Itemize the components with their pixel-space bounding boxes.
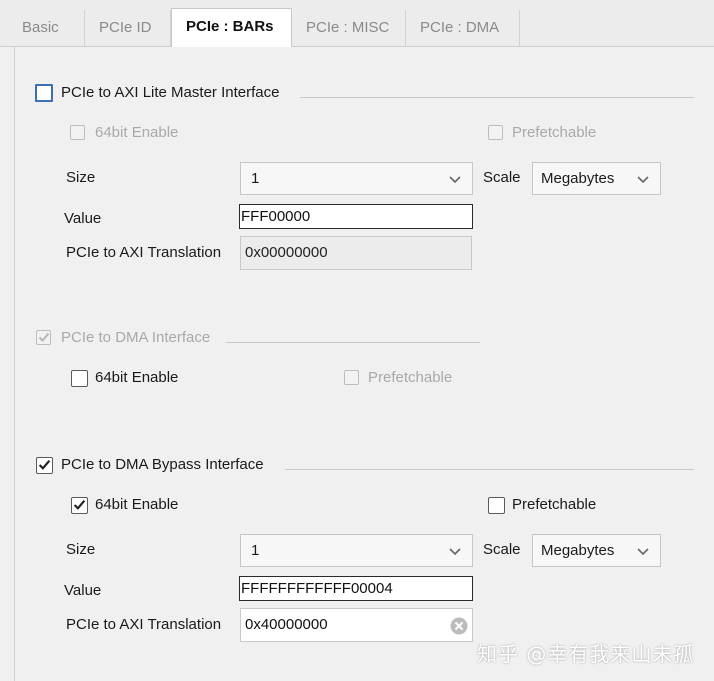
axi-lite-size-value: 1 — [251, 170, 260, 187]
bypass-translation-field[interactable]: 0x40000000 — [240, 608, 473, 642]
chevron-down-icon — [637, 548, 649, 556]
dma-prefetch-checkbox[interactable] — [344, 370, 359, 385]
bypass-value-field[interactable]: FFFFFFFFFFFF00004 — [239, 576, 473, 601]
dma-64bit-label: 64bit Enable — [95, 369, 179, 386]
checkmark-icon — [73, 500, 86, 510]
axi-lite-value-field[interactable]: FFF00000 — [239, 204, 473, 229]
bypass-group-title: PCIe to DMA Bypass Interface — [61, 456, 264, 473]
watermark: 知乎 @幸有我来山未孤 — [477, 642, 695, 666]
axi-lite-prefetch-checkbox[interactable] — [488, 125, 503, 140]
tab-pcie-bars[interactable]: PCIe : BARs — [171, 8, 292, 47]
axi-lite-size-select[interactable]: 1 — [240, 162, 473, 195]
bypass-size-label: Size — [66, 541, 96, 558]
dma-group-title: PCIe to DMA Interface — [61, 329, 211, 346]
axi-lite-translation-label: PCIe to AXI Translation — [66, 244, 222, 261]
checkmark-icon — [38, 332, 50, 342]
axi-lite-enable-checkbox[interactable] — [35, 84, 53, 102]
bypass-group-divider — [285, 469, 694, 470]
axi-lite-value-label: Value — [64, 210, 102, 227]
axi-lite-translation-field[interactable]: 0x00000000 — [240, 236, 472, 270]
tab-pcie-misc[interactable]: PCIe : MISC — [292, 10, 406, 46]
chevron-down-icon — [449, 176, 461, 184]
tab-pcie-dma[interactable]: PCIe : DMA — [406, 10, 520, 46]
bypass-size-value: 1 — [251, 542, 260, 559]
bypass-64bit-label: 64bit Enable — [95, 496, 179, 513]
chevron-down-icon — [637, 176, 649, 184]
axi-lite-64bit-checkbox[interactable] — [70, 125, 85, 140]
bypass-scale-value: Megabytes — [541, 542, 615, 559]
axi-lite-scale-label: Scale — [483, 169, 521, 186]
dma-prefetch-label: Prefetchable — [368, 369, 453, 386]
axi-lite-size-label: Size — [66, 169, 96, 186]
axi-lite-scale-value: Megabytes — [541, 170, 615, 187]
dma-enable-checkbox[interactable] — [36, 330, 51, 345]
axi-lite-prefetch-label: Prefetchable — [512, 124, 597, 141]
bypass-prefetch-checkbox[interactable] — [488, 497, 505, 514]
bypass-enable-checkbox[interactable] — [36, 457, 53, 474]
axi-lite-group-title: PCIe to AXI Lite Master Interface — [61, 84, 280, 101]
dma-64bit-checkbox[interactable] — [71, 370, 88, 387]
bypass-scale-select[interactable]: Megabytes — [532, 534, 661, 567]
clear-icon[interactable] — [450, 617, 468, 635]
bypass-scale-label: Scale — [483, 541, 521, 558]
bypass-prefetch-label: Prefetchable — [512, 496, 597, 513]
bypass-size-select[interactable]: 1 — [240, 534, 473, 567]
tab-pcie-id[interactable]: PCIe ID — [85, 10, 171, 46]
bypass-translation-value: 0x40000000 — [245, 616, 328, 633]
axi-lite-scale-select[interactable]: Megabytes — [532, 162, 661, 195]
checkmark-icon — [38, 460, 51, 470]
chevron-down-icon — [449, 548, 461, 556]
bypass-translation-label: PCIe to AXI Translation — [66, 616, 222, 633]
tab-bar: Basic PCIe ID PCIe : BARs PCIe : MISC PC… — [0, 0, 714, 47]
tab-basic[interactable]: Basic — [8, 10, 85, 46]
axi-lite-group-divider — [300, 97, 694, 98]
bypass-64bit-checkbox[interactable] — [71, 497, 88, 514]
bypass-value-label: Value — [64, 582, 102, 599]
dma-group-divider — [226, 342, 480, 343]
axi-lite-64bit-label: 64bit Enable — [95, 124, 179, 141]
